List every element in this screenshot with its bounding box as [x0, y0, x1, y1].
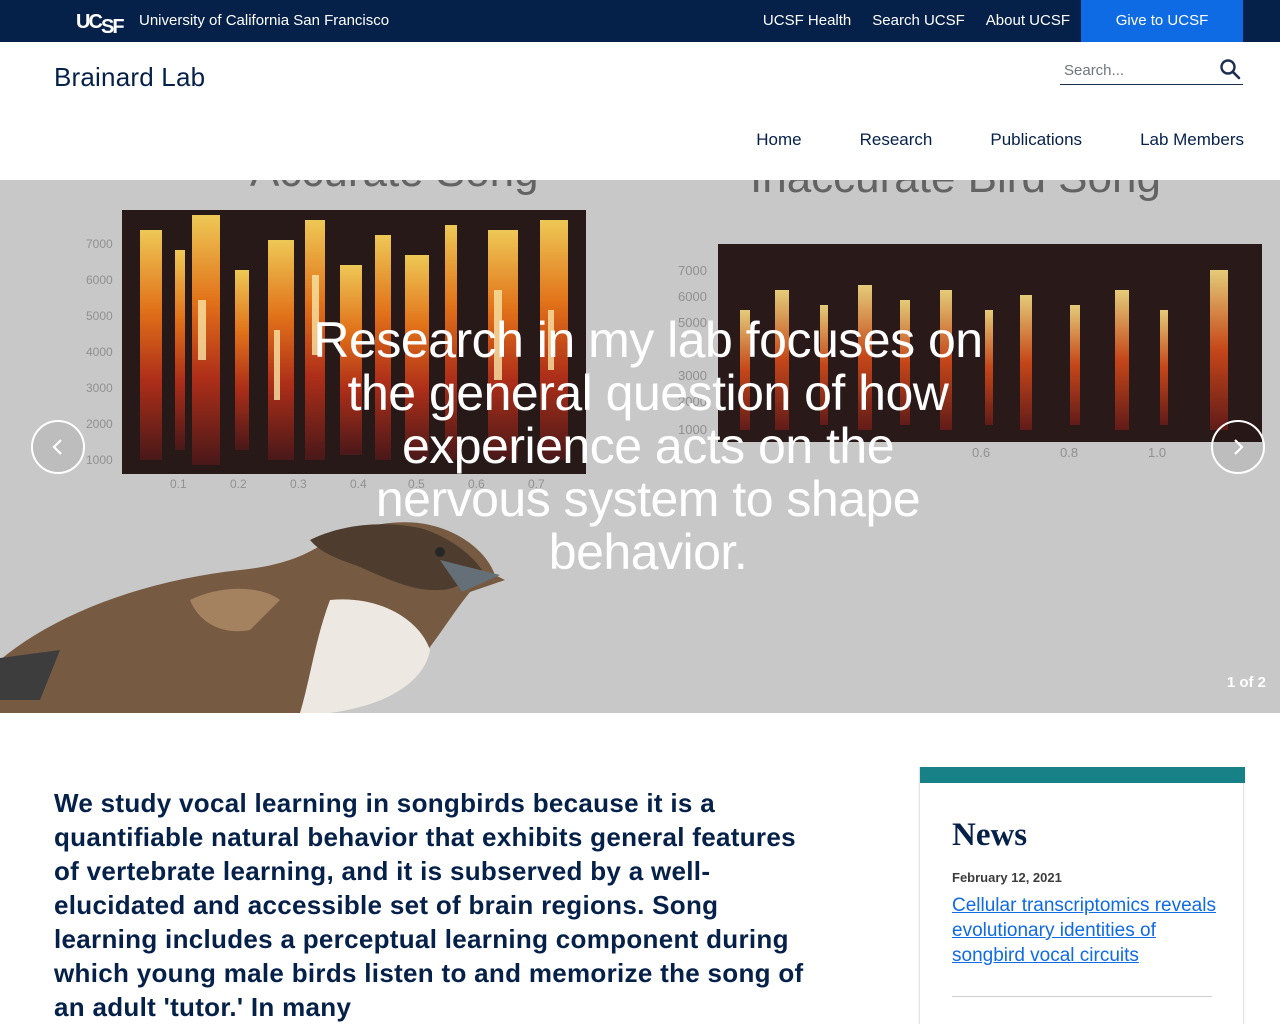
ucsf-top-bar: UC SF University of California San Franc…	[0, 0, 1280, 42]
nav-publications[interactable]: Publications	[990, 130, 1082, 150]
svg-text:SF: SF	[101, 16, 124, 36]
search-icon[interactable]	[1219, 58, 1241, 80]
nav-lab-members[interactable]: Lab Members	[1140, 130, 1244, 150]
intro-paragraph: We study vocal learning in songbirds bec…	[54, 788, 804, 1022]
search-input[interactable]	[1064, 60, 1214, 80]
news-heading: News	[952, 817, 1028, 853]
chevron-right-icon	[1234, 439, 1244, 455]
hero-carousel: 7000 6000 5000 4000 3000 2000 1000 0.1 0…	[0, 180, 1280, 713]
ucsf-health-link[interactable]: UCSF Health	[763, 0, 851, 42]
ucsf-logo[interactable]: UC SF	[76, 6, 128, 36]
hero-caption: Research in my lab focuses on the genera…	[313, 312, 983, 580]
search-ucsf-link[interactable]: Search UCSF	[872, 0, 965, 42]
carousel-prev-button[interactable]	[31, 420, 85, 474]
news-card: News February 12, 2021 Cellular transcri…	[919, 767, 1245, 1024]
slide-counter: 1 of 2	[1226, 674, 1266, 691]
give-to-ucsf-button[interactable]: Give to UCSF	[1081, 0, 1243, 42]
svg-text:UC: UC	[76, 11, 102, 33]
carousel-next-button[interactable]	[1211, 420, 1265, 474]
nav-research[interactable]: Research	[860, 130, 933, 150]
about-ucsf-link[interactable]: About UCSF	[986, 0, 1070, 42]
news-headline-link[interactable]: Cellular transcriptomics reveals evoluti…	[952, 893, 1217, 968]
main-nav: Home Research Publications Lab Members	[756, 130, 1244, 150]
nav-home[interactable]: Home	[756, 130, 801, 150]
news-divider	[952, 996, 1212, 997]
site-title-link[interactable]: Brainard Lab	[54, 62, 205, 93]
site-search	[1060, 56, 1243, 85]
news-date: February 12, 2021	[952, 870, 1062, 885]
chevron-left-icon	[52, 439, 62, 455]
university-name-link[interactable]: University of California San Francisco	[139, 12, 389, 29]
news-accent-bar	[920, 767, 1245, 783]
ucsf-utility-nav: UCSF Health Search UCSF About UCSF Give …	[763, 0, 1280, 42]
